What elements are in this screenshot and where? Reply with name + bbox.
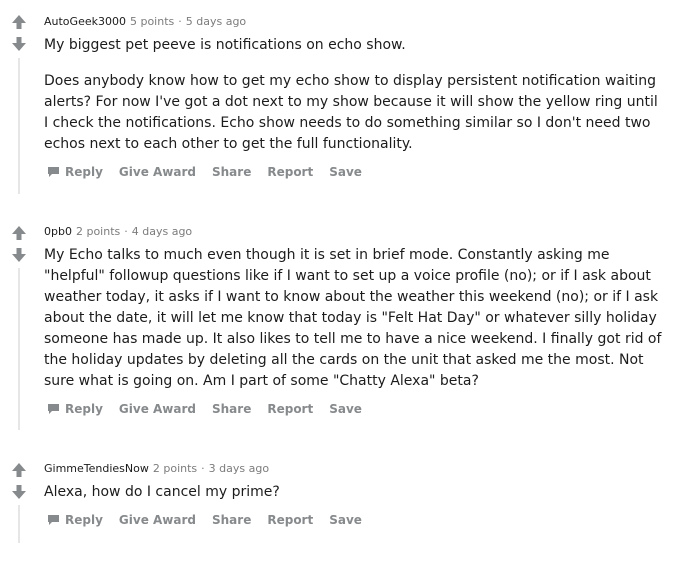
comment-actions: Reply Give Award Share Report Save: [47, 165, 378, 179]
comment-points: 2 points: [152, 462, 198, 475]
reply-label: Reply: [65, 402, 103, 416]
downvote-arrow-icon[interactable]: [11, 484, 27, 500]
downvote-arrow-icon[interactable]: [11, 36, 27, 52]
comment-actions: Reply Give Award Share Report Save: [47, 402, 378, 416]
comment-body: My biggest pet peeve is notifications on…: [44, 35, 664, 155]
separator-dot: ·: [201, 462, 205, 475]
report-button[interactable]: Report: [267, 165, 313, 179]
reply-button[interactable]: Reply: [47, 165, 103, 179]
report-button[interactable]: Report: [267, 402, 313, 416]
comment-meta: AutoGeek3000 5 points · 5 days ago: [44, 15, 246, 28]
share-button[interactable]: Share: [212, 165, 251, 179]
share-button[interactable]: Share: [212, 402, 251, 416]
comment-paragraph: Alexa, how do I cancel my prime?: [44, 484, 280, 500]
reply-label: Reply: [65, 165, 103, 179]
comment-meta: GimmeTendiesNow 2 points · 3 days ago: [44, 462, 269, 475]
comment-bubble-icon: [48, 404, 59, 414]
share-button[interactable]: Share: [212, 513, 251, 527]
thread-line[interactable]: [18, 268, 20, 430]
separator-dot: ·: [124, 225, 128, 238]
comment-bubble-icon: [48, 515, 59, 525]
save-button[interactable]: Save: [329, 402, 362, 416]
comment-author[interactable]: GimmeTendiesNow: [44, 462, 149, 475]
save-button[interactable]: Save: [329, 165, 362, 179]
reply-button[interactable]: Reply: [47, 513, 103, 527]
comment-timestamp[interactable]: 5 days ago: [186, 15, 246, 28]
comment-timestamp[interactable]: 4 days ago: [132, 225, 192, 238]
comment-bubble-icon: [48, 167, 59, 177]
give-award-button[interactable]: Give Award: [119, 165, 196, 179]
thread-line[interactable]: [18, 505, 20, 543]
upvote-arrow-icon[interactable]: [11, 225, 27, 241]
comment-paragraph: Does anybody know how to get my echo sho…: [44, 73, 658, 152]
separator-dot: ·: [178, 15, 182, 28]
comment-points: 5 points: [129, 15, 175, 28]
comment-author[interactable]: 0pb0: [44, 225, 72, 238]
upvote-arrow-icon[interactable]: [11, 462, 27, 478]
comment-author[interactable]: AutoGeek3000: [44, 15, 126, 28]
comment-paragraph: My biggest pet peeve is notifications on…: [44, 37, 406, 53]
comment-body: My Echo talks to much even though it is …: [44, 245, 664, 392]
comment-meta: 0pb0 2 points · 4 days ago: [44, 225, 192, 238]
thread-line[interactable]: [18, 58, 20, 194]
report-button[interactable]: Report: [267, 513, 313, 527]
comment-paragraph: My Echo talks to much even though it is …: [44, 247, 662, 389]
downvote-arrow-icon[interactable]: [11, 247, 27, 263]
comment-points: 2 points: [75, 225, 121, 238]
upvote-arrow-icon[interactable]: [11, 14, 27, 30]
comment-body: Alexa, how do I cancel my prime?: [44, 482, 664, 503]
give-award-button[interactable]: Give Award: [119, 513, 196, 527]
reply-label: Reply: [65, 513, 103, 527]
save-button[interactable]: Save: [329, 513, 362, 527]
comment-actions: Reply Give Award Share Report Save: [47, 513, 378, 527]
give-award-button[interactable]: Give Award: [119, 402, 196, 416]
reply-button[interactable]: Reply: [47, 402, 103, 416]
comment-timestamp[interactable]: 3 days ago: [209, 462, 269, 475]
